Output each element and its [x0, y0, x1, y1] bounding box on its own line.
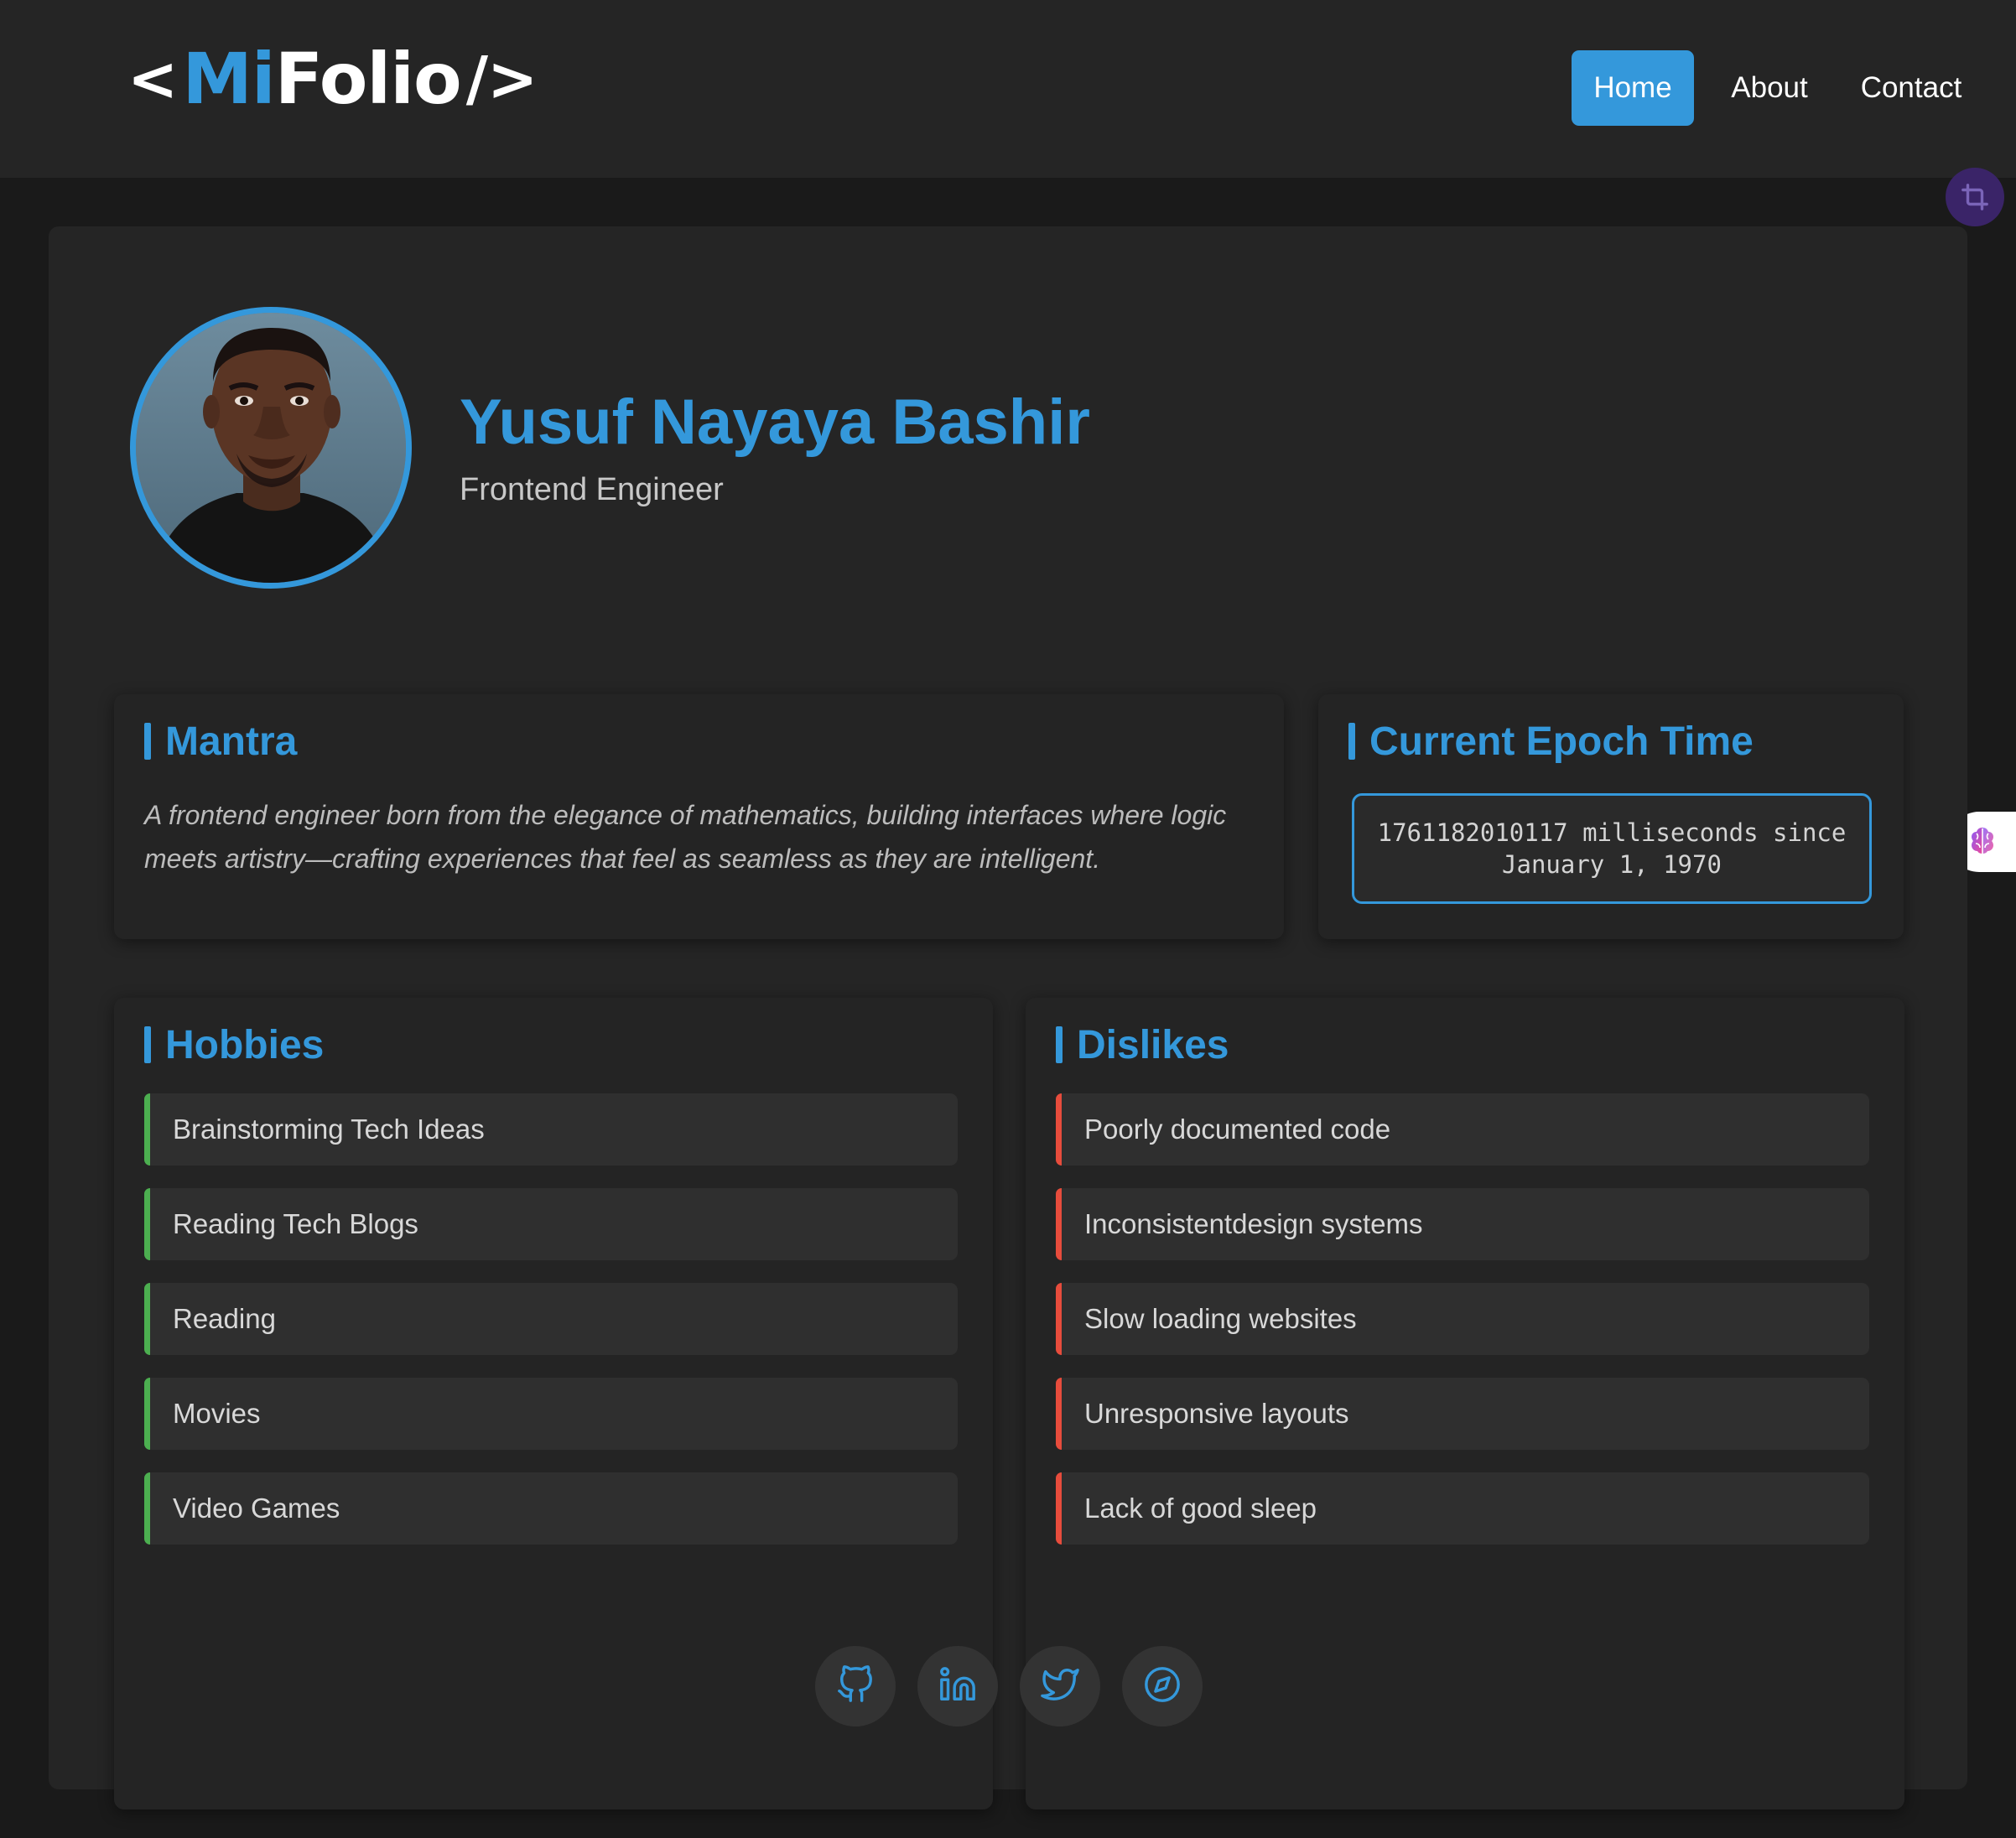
site-header: < Mi Folio /> Home About Contact	[0, 0, 2016, 178]
dislikes-list: Poorly documented code Inconsistentdesig…	[1056, 1093, 1869, 1567]
main-nav: Home About Contact	[1563, 50, 1982, 126]
hobby-item: Reading Tech Blogs	[144, 1188, 958, 1260]
portfolio-link[interactable]	[1122, 1646, 1203, 1726]
dislike-item: Unresponsive layouts	[1056, 1378, 1869, 1450]
hobby-item: Video Games	[144, 1472, 958, 1545]
epoch-panel: Current Epoch Time 1761182010117 millise…	[1318, 694, 1904, 939]
dislike-item: Inconsistentdesign systems	[1056, 1188, 1869, 1260]
logo-mi: Mi	[182, 38, 275, 120]
title-accent-bar	[1056, 1026, 1063, 1063]
linkedin-icon	[938, 1665, 977, 1708]
brain-icon	[1966, 823, 1999, 861]
avatar	[130, 307, 412, 589]
profile-card: Yusuf Nayaya Bashir Frontend Engineer Ma…	[49, 226, 1967, 1809]
title-accent-bar	[144, 1026, 151, 1063]
hobby-item: Brainstorming Tech Ideas	[144, 1093, 958, 1166]
hobbies-title-text: Hobbies	[165, 1022, 325, 1067]
title-accent-bar	[144, 723, 151, 760]
twitter-icon	[1041, 1665, 1079, 1708]
epoch-title: Current Epoch Time	[1348, 719, 1754, 764]
profile-name: Yusuf Nayaya Bashir	[460, 387, 1090, 458]
compass-icon	[1143, 1665, 1182, 1708]
epoch-display: 1761182010117 milliseconds since January…	[1352, 793, 1872, 904]
linkedin-link[interactable]	[917, 1646, 998, 1726]
logo-folio: Folio	[274, 38, 462, 120]
twitter-link[interactable]	[1020, 1646, 1100, 1726]
hobby-item: Movies	[144, 1378, 958, 1450]
github-icon	[836, 1664, 875, 1708]
mantra-text: A frontend engineer born from the elegan…	[144, 800, 1227, 874]
social-links	[815, 1646, 1203, 1726]
dislike-item: Poorly documented code	[1056, 1093, 1869, 1166]
epoch-value: 1761182010117 milliseconds since	[1377, 818, 1847, 847]
title-accent-bar	[1348, 723, 1355, 760]
epoch-title-text: Current Epoch Time	[1369, 719, 1754, 764]
mantra-title: Mantra	[144, 719, 298, 764]
site-logo[interactable]: < Mi Folio />	[122, 37, 542, 121]
dislikes-title-text: Dislikes	[1077, 1022, 1229, 1067]
nav-about[interactable]: About	[1711, 50, 1828, 126]
epoch-since: January 1, 1970	[1502, 850, 1722, 879]
logo-close-bracket: />	[465, 44, 538, 114]
dislike-item: Slow loading websites	[1056, 1283, 1869, 1355]
mantra-panel: Mantra A frontend engineer born from the…	[114, 694, 1284, 939]
profile-role: Frontend Engineer	[460, 472, 724, 507]
logo-open-bracket: <	[127, 44, 178, 114]
nav-home[interactable]: Home	[1572, 50, 1694, 126]
hobby-item: Reading	[144, 1283, 958, 1355]
hobbies-list: Brainstorming Tech Ideas Reading Tech Bl…	[144, 1093, 958, 1567]
nav-contact[interactable]: Contact	[1840, 50, 1982, 126]
dislikes-title: Dislikes	[1056, 1023, 1229, 1067]
dislike-item: Lack of good sleep	[1056, 1472, 1869, 1545]
mantra-title-text: Mantra	[165, 719, 298, 764]
github-link[interactable]	[815, 1646, 896, 1726]
crop-icon[interactable]	[1946, 168, 2004, 226]
hobbies-title: Hobbies	[144, 1023, 324, 1067]
